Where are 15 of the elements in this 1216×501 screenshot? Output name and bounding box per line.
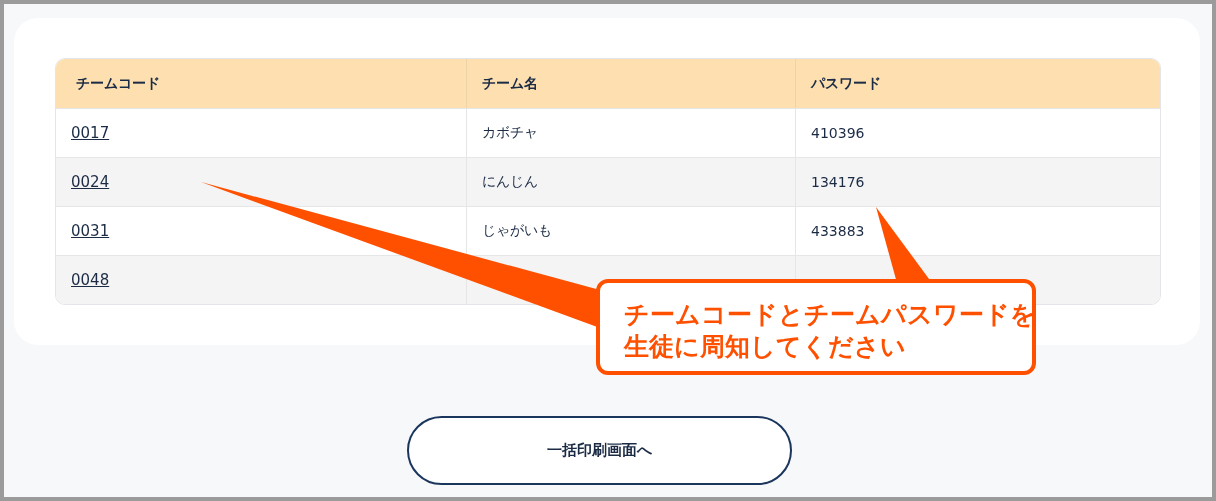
team-code-link[interactable]: 0017 [71, 124, 110, 142]
team-code-link[interactable]: 0031 [71, 222, 110, 240]
team-code-link[interactable]: 0024 [71, 173, 110, 191]
team-code-link[interactable]: 0048 [71, 271, 110, 289]
password: 134176 [811, 174, 865, 190]
column-header: パスワード [795, 59, 1160, 108]
column-header: チームコード [56, 59, 466, 108]
print-button[interactable]: 一括印刷画面へ [406, 416, 792, 485]
password: 433883 [811, 223, 865, 239]
callout-note: チームコードとチームパスワードを 生徒に周知してください [596, 279, 1036, 375]
team-name: カボチャ [482, 124, 538, 142]
password: 410396 [811, 125, 865, 141]
column-header: チーム名 [466, 59, 795, 108]
team-name: にんじん [482, 173, 538, 191]
team-name: じゃがいも [482, 222, 552, 240]
